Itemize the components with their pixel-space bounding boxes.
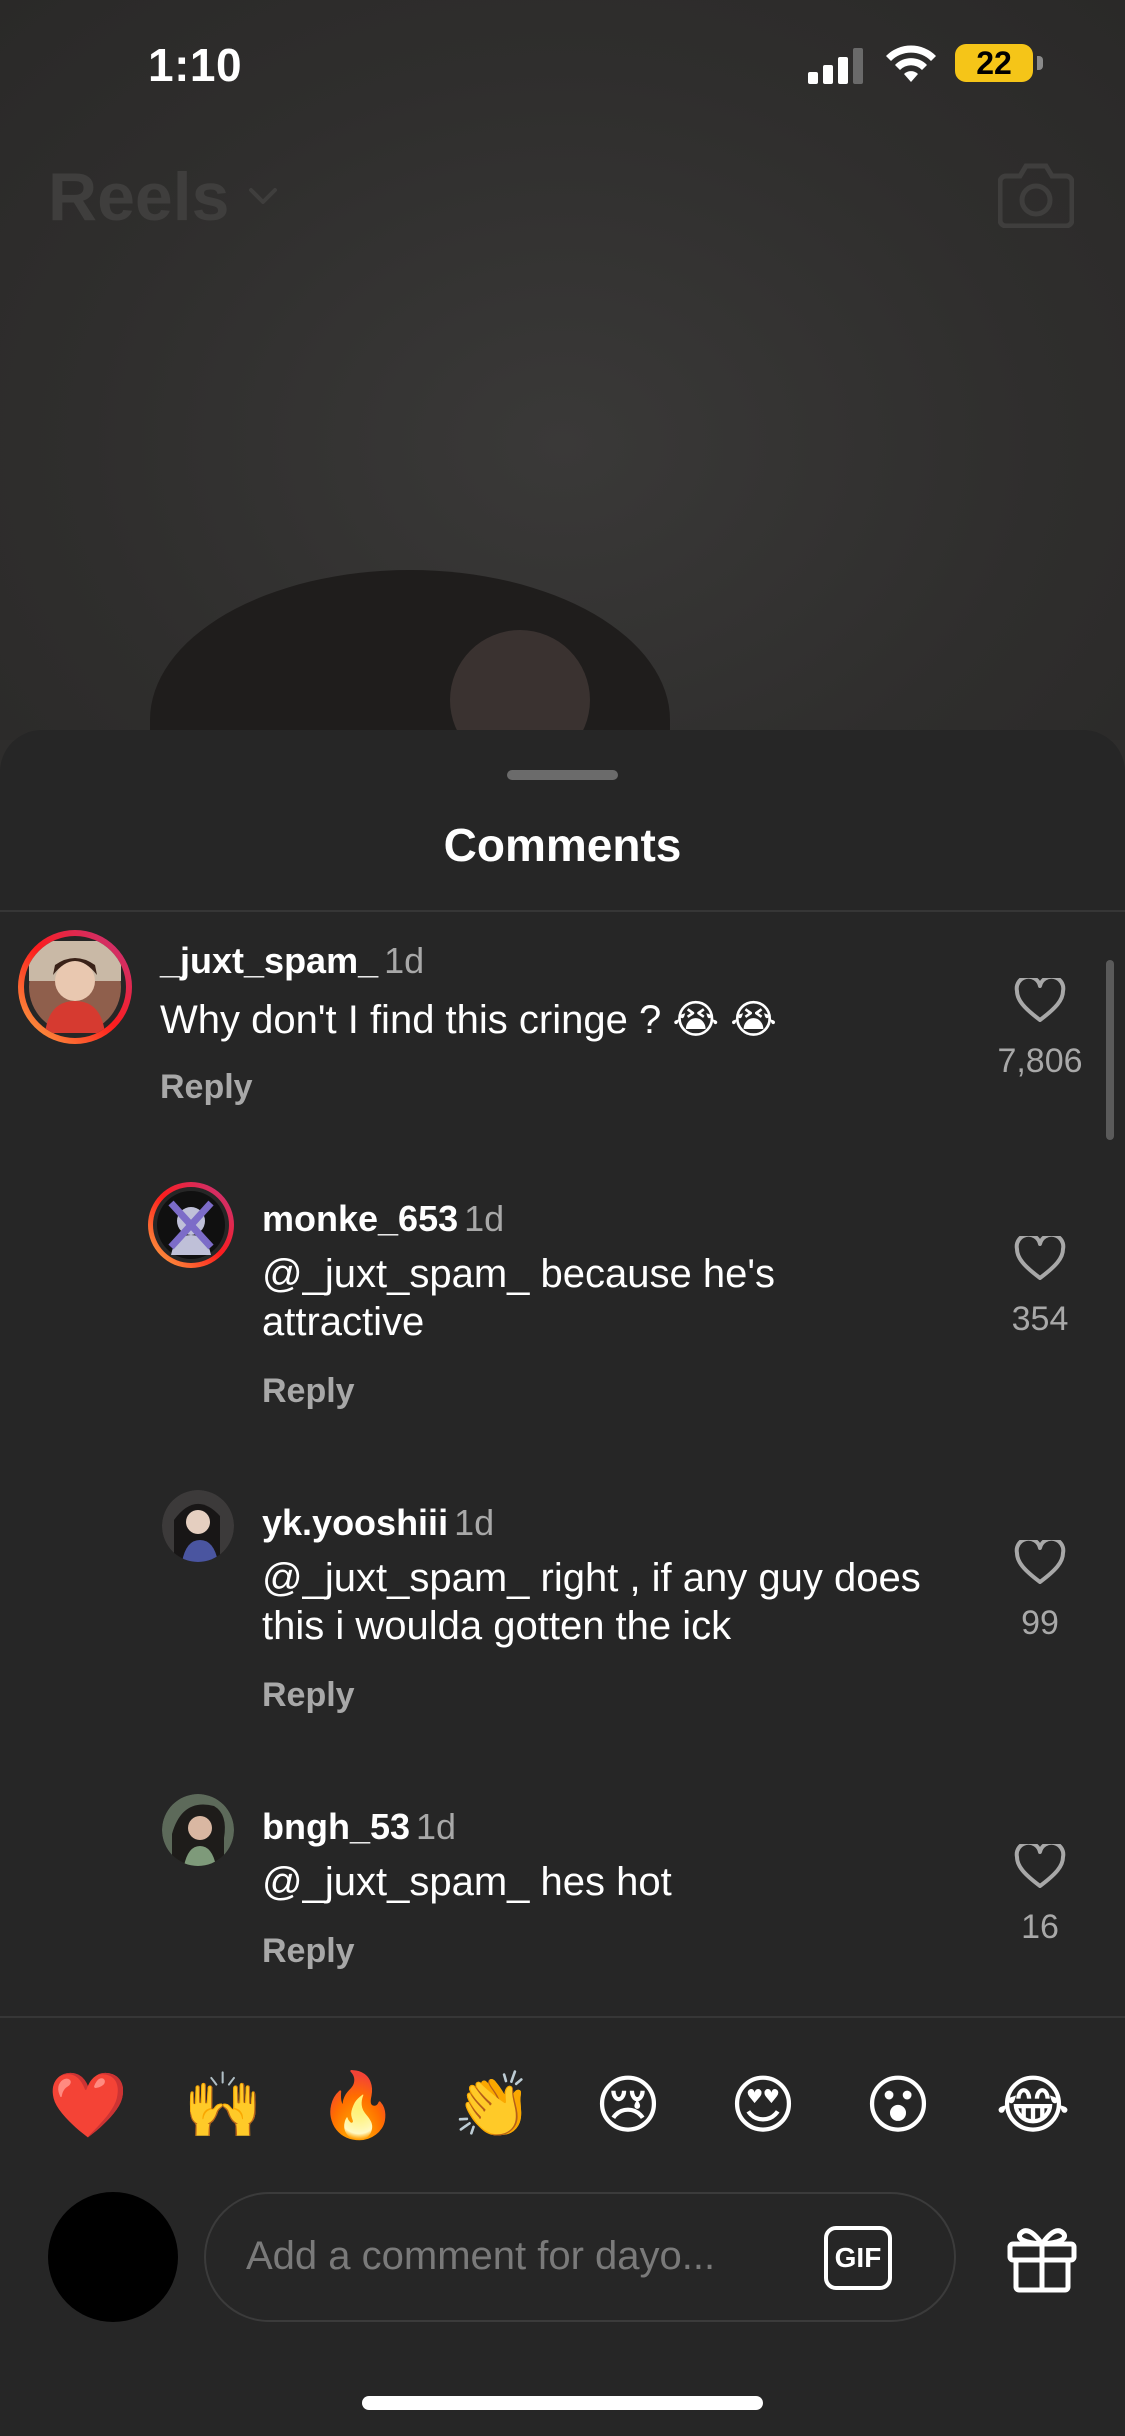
reply-button[interactable]: Reply — [262, 1372, 355, 1411]
comment-username[interactable]: bngh_53 1d — [262, 1806, 456, 1848]
heart-icon[interactable] — [1014, 978, 1066, 1024]
comment-text: Why don't I find this cringe ? 😭 😭 — [160, 998, 777, 1042]
avatar-story-ring[interactable] — [18, 930, 132, 1044]
reels-title[interactable]: Reels — [48, 158, 229, 236]
like-count: 7,806 — [997, 1042, 1083, 1080]
emoji-laughing-button[interactable]: 😂 — [993, 2066, 1073, 2146]
comment-time: 1d — [454, 1502, 495, 1543]
emoji-heart-button[interactable]: ❤️ — [48, 2066, 128, 2146]
comment-username[interactable]: monke_653 1d — [262, 1198, 504, 1240]
comment-username[interactable]: _juxt_spam_ 1d — [160, 940, 424, 982]
wifi-icon — [886, 45, 936, 82]
comment-row: monke_653 1d @_juxt_spam_ because he's at… — [0, 1182, 1125, 1442]
avatar — [157, 1191, 225, 1259]
comment-input-placeholder[interactable]: Add a comment for dayo... — [246, 2234, 715, 2279]
comment-row: yk.yooshiii 1d @_juxt_spam_ right , if an… — [0, 1486, 1125, 1746]
username-text[interactable]: yk.yooshiii — [262, 1502, 448, 1543]
heart-icon[interactable] — [1014, 1540, 1066, 1586]
sheet-title: Comments — [443, 819, 682, 871]
avatar-border — [24, 936, 126, 1038]
chevron-down-icon[interactable] — [248, 186, 278, 206]
gift-icon[interactable] — [1006, 2222, 1078, 2294]
sheet-grabber-handle[interactable] — [507, 770, 618, 780]
emoji-raised-hands-button[interactable]: 🙌 — [183, 2066, 263, 2146]
emoji-heart-eyes-button[interactable]: 😍 — [723, 2066, 803, 2146]
comment-username[interactable]: yk.yooshiii 1d — [262, 1502, 494, 1544]
avatar-border — [153, 1187, 229, 1263]
home-indicator[interactable] — [362, 2396, 763, 2410]
avatar[interactable] — [162, 1794, 234, 1866]
like-count: 99 — [1021, 1604, 1059, 1642]
emoji-clap-button[interactable]: 👏 — [453, 2066, 533, 2146]
gif-button[interactable]: GIF — [824, 2226, 892, 2290]
comment-row: bngh_53 1d @_juxt_spam_ hes hot Reply 16 — [0, 1790, 1125, 2020]
status-time: 1:10 — [148, 39, 243, 91]
header-divider — [0, 910, 1125, 912]
comment-time: 1d — [416, 1806, 457, 1847]
camera-icon[interactable] — [998, 162, 1074, 228]
cellular-signal-icon — [808, 48, 863, 84]
username-text[interactable]: _juxt_spam_ — [160, 940, 378, 981]
comment-text: @_juxt_spam_ because he's attractive — [262, 1252, 775, 1344]
comment-time: 1d — [464, 1198, 505, 1239]
like-count: 16 — [1021, 1908, 1059, 1946]
current-user-avatar[interactable] — [48, 2192, 178, 2322]
comment-time: 1d — [384, 940, 425, 981]
comment-row: _juxt_spam_ 1d Why don't I find this crin… — [0, 928, 1125, 1168]
username-text[interactable]: monke_653 — [262, 1198, 458, 1239]
avatar — [29, 941, 121, 1033]
reel-subject-hair — [150, 570, 670, 740]
heart-icon[interactable] — [1014, 1844, 1066, 1890]
emoji-fire-button[interactable]: 🔥 — [318, 2066, 398, 2146]
comment-text: @_juxt_spam_ hes hot — [262, 1860, 672, 1904]
avatar[interactable] — [162, 1490, 234, 1562]
emoji-crying-button[interactable]: 😢 — [588, 2066, 668, 2146]
battery-indicator: 22 — [955, 44, 1033, 82]
comment-text: @_juxt_spam_ right , if any guy does thi… — [262, 1556, 921, 1648]
like-count: 354 — [1011, 1300, 1069, 1338]
reply-button[interactable]: Reply — [262, 1932, 355, 1971]
avatar-image — [162, 1490, 234, 1562]
username-text[interactable]: bngh_53 — [262, 1806, 410, 1847]
avatar-story-ring[interactable] — [148, 1182, 234, 1268]
avatar-image — [162, 1794, 234, 1866]
comments-sheet: Comments _juxt_spam_ 1d Why don't I find … — [0, 730, 1125, 2436]
emoji-surprised-button[interactable]: 😮 — [858, 2066, 938, 2146]
reply-button[interactable]: Reply — [160, 1068, 253, 1107]
reel-video-background — [0, 0, 1125, 740]
heart-icon[interactable] — [1014, 1236, 1066, 1282]
battery-tip — [1037, 56, 1043, 70]
reply-button[interactable]: Reply — [262, 1676, 355, 1715]
comment-input[interactable]: Add a comment for dayo... GIF — [204, 2192, 956, 2322]
emoji-bar-divider — [0, 2016, 1125, 2018]
